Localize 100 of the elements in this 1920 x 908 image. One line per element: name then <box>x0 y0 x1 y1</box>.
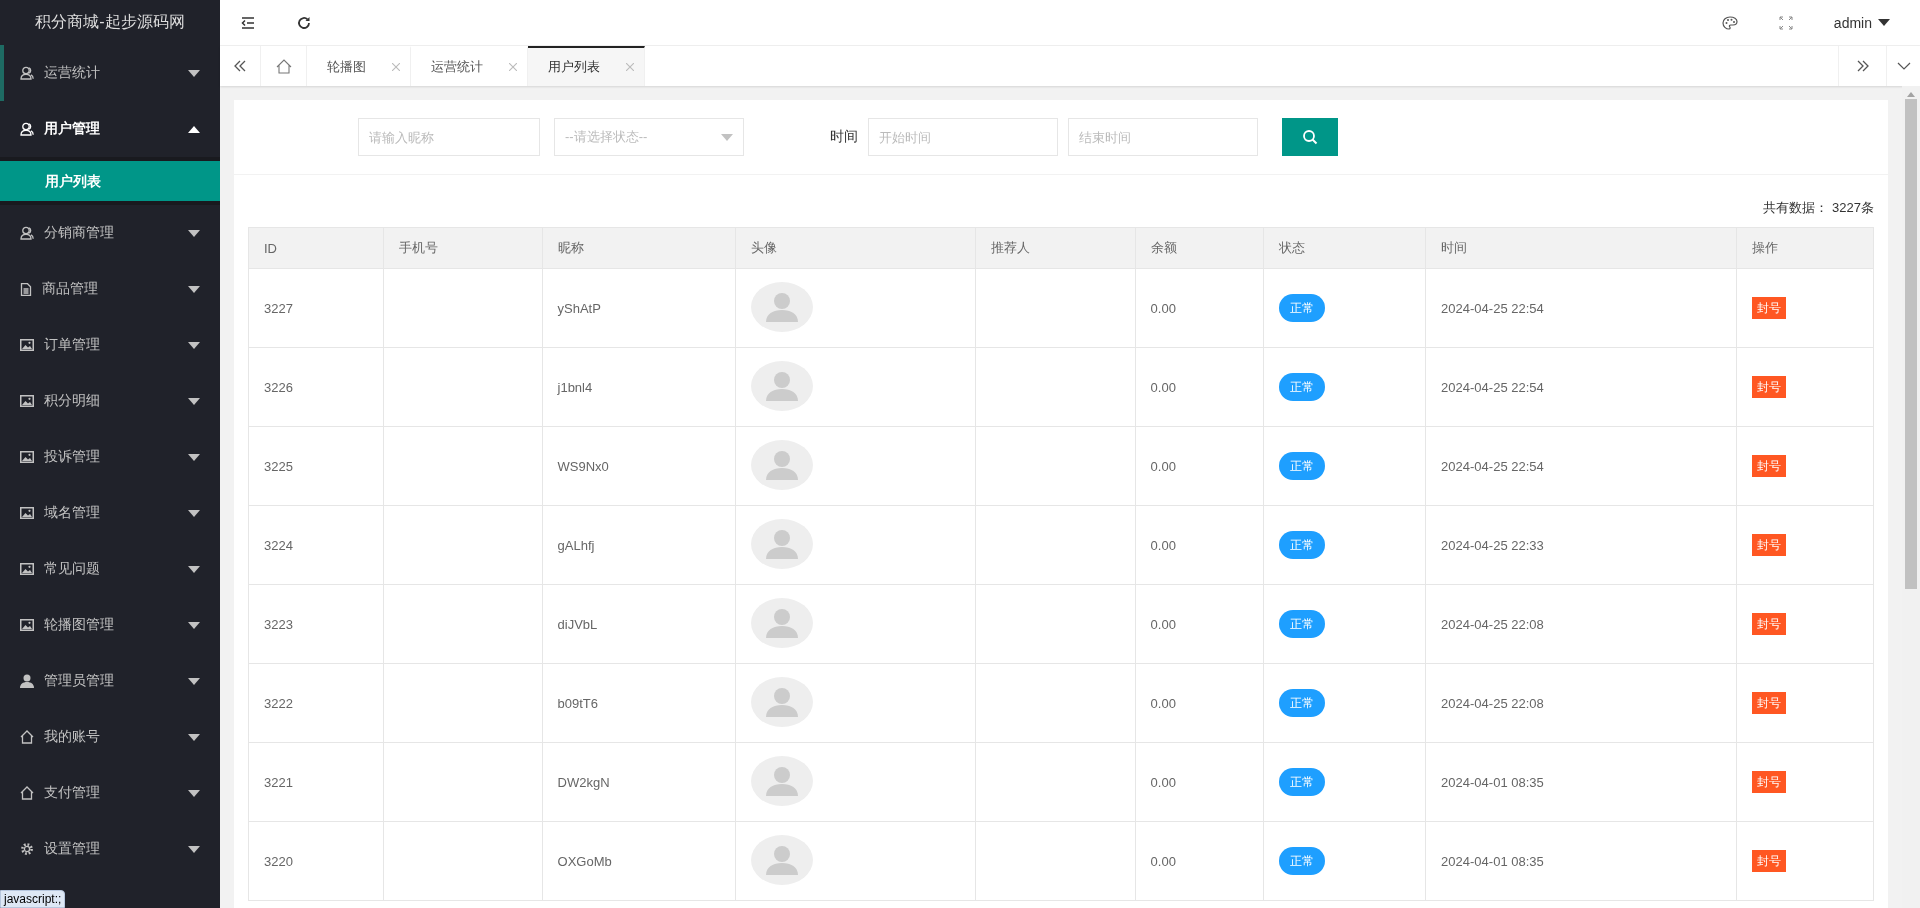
image-icon <box>20 507 34 519</box>
close-icon[interactable] <box>509 63 517 71</box>
sidebar-item[interactable]: 管理员管理 <box>0 653 220 709</box>
table-cell: 0.00 <box>1135 426 1264 506</box>
person-icon <box>20 674 34 688</box>
total-count: 共有数据： 3227条 <box>1763 200 1874 215</box>
sidebar-item[interactable]: 订单管理 <box>0 317 220 373</box>
avatar-icon <box>750 281 813 332</box>
caret-icon <box>188 845 200 853</box>
sidebar-item[interactable]: 积分明细 <box>0 373 220 429</box>
table-cell: 3222 <box>248 663 384 743</box>
column-header: ID <box>248 227 384 269</box>
status-badge: 正常 <box>1278 689 1325 717</box>
caret-icon <box>188 341 200 349</box>
column-header: 余额 <box>1135 227 1264 269</box>
close-icon[interactable] <box>392 63 400 71</box>
table-cell: 3221 <box>248 742 384 822</box>
search-icon <box>1302 129 1318 145</box>
close-icon[interactable] <box>626 63 634 71</box>
status-badge: 正常 <box>1278 610 1325 638</box>
avatar-icon <box>750 834 813 885</box>
caret-icon <box>188 285 200 293</box>
home-icon <box>20 786 34 800</box>
sidebar-item[interactable]: 支付管理 <box>0 765 220 821</box>
user-icon <box>20 66 34 80</box>
avatar-icon <box>750 439 813 490</box>
image-icon <box>20 563 34 575</box>
table-cell: 2024-04-25 22:54 <box>1425 347 1737 427</box>
caret-up-icon <box>188 125 200 133</box>
sidebar-item[interactable]: 投诉管理 <box>0 429 220 485</box>
caret-icon <box>188 229 200 237</box>
tab[interactable]: 用户列表 <box>528 46 645 86</box>
sidebar-item[interactable]: 轮播图管理 <box>0 597 220 653</box>
status-badge: 正常 <box>1278 373 1325 401</box>
start-time-field[interactable]: 开始时间 <box>868 118 1058 156</box>
caret-icon <box>188 733 200 741</box>
home-icon <box>20 730 34 744</box>
table-cell: 0.00 <box>1135 505 1264 585</box>
table-cell: 2024-04-25 22:54 <box>1425 268 1737 348</box>
column-header: 手机号 <box>383 227 542 269</box>
table-cell: OXGoMb <box>542 821 736 901</box>
user-icon <box>20 122 34 136</box>
end-time-field[interactable]: 结束时间 <box>1068 118 1258 156</box>
table-cell: 2024-04-01 08:35 <box>1425 821 1737 901</box>
table-cell: 0.00 <box>1135 584 1264 664</box>
caret-icon <box>188 397 200 405</box>
sidebar-subitem[interactable]: 用户列表 <box>0 161 220 201</box>
table-cell: gALhfj <box>542 505 736 585</box>
table-cell: yShAtP <box>542 268 736 348</box>
sidebar-item[interactable]: 设置管理 <box>0 821 220 877</box>
avatar-icon <box>750 360 813 411</box>
image-icon <box>20 395 34 407</box>
sidebar-item[interactable]: 分销商管理 <box>0 205 220 261</box>
table-cell: 3223 <box>248 584 384 664</box>
scroll-up-icon[interactable] <box>1907 92 1915 97</box>
user-icon <box>20 226 34 240</box>
caret-icon <box>188 69 200 77</box>
sidebar-item[interactable]: 我的账号 <box>0 709 220 765</box>
status-badge: 正常 <box>1278 847 1325 875</box>
image-icon <box>20 451 34 463</box>
app-logo: 积分商城-起步源码网 <box>34 12 186 32</box>
table-cell: 2024-04-25 22:33 <box>1425 505 1737 585</box>
table-cell: 0.00 <box>1135 268 1264 348</box>
caret-icon <box>1878 19 1890 26</box>
column-header: 时间 <box>1425 227 1737 269</box>
table-cell: b09tT6 <box>542 663 736 743</box>
table-cell: DW2kgN <box>542 742 736 822</box>
scroll-right-icon[interactable] <box>1838 46 1887 86</box>
avatar-icon <box>750 755 813 806</box>
column-header: 操作 <box>1736 227 1874 269</box>
search-button[interactable] <box>1282 118 1338 156</box>
status-badge: 正常 <box>1278 294 1325 322</box>
status-bar: javascript:; <box>0 890 66 908</box>
table-cell: j1bnl4 <box>542 347 736 427</box>
table-cell: 2024-04-25 22:54 <box>1425 426 1737 506</box>
sidebar-item[interactable]: 域名管理 <box>0 485 220 541</box>
caret-icon <box>188 509 200 517</box>
table-cell: 3226 <box>248 347 384 427</box>
column-header: 推荐人 <box>975 227 1136 269</box>
sidebar-item[interactable]: 用户管理 <box>0 101 220 157</box>
document-icon <box>20 282 32 296</box>
tab[interactable]: 轮播图 <box>307 46 411 86</box>
caret-icon <box>188 677 200 685</box>
gear-icon <box>20 842 34 856</box>
table-cell: 0.00 <box>1135 821 1264 901</box>
user-menu[interactable]: admin <box>1833 14 1872 31</box>
table-cell: 2024-04-25 22:08 <box>1425 663 1737 743</box>
table-cell: 3225 <box>248 426 384 506</box>
home-icon <box>275 58 292 74</box>
column-header: 昵称 <box>542 227 736 269</box>
avatar-icon <box>750 676 813 727</box>
status-badge: 正常 <box>1278 452 1325 480</box>
table-cell: 0.00 <box>1135 663 1264 743</box>
caret-icon <box>188 453 200 461</box>
sidebar-item[interactable]: 商品管理 <box>0 261 220 317</box>
nickname-field[interactable]: 请输入昵称 <box>358 118 540 156</box>
sidebar-item[interactable]: 常见问题 <box>0 541 220 597</box>
table-cell: diJVbL <box>542 584 736 664</box>
column-header: 头像 <box>735 227 976 269</box>
caret-icon <box>721 133 733 141</box>
